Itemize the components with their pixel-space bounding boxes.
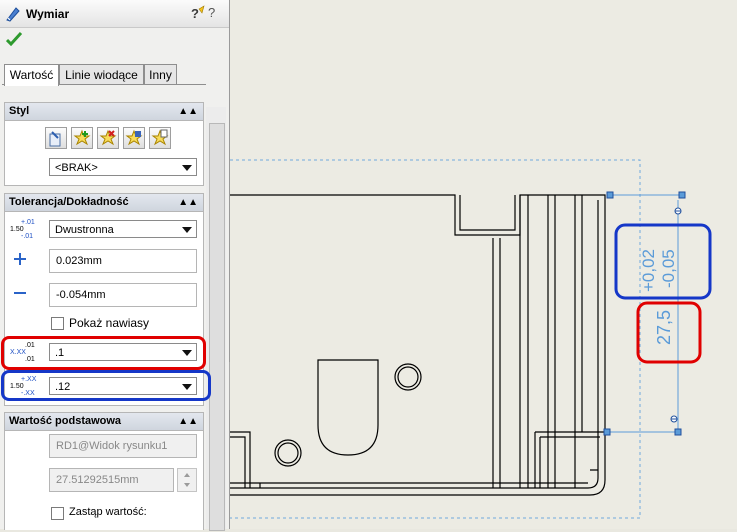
tolerance-type-select[interactable]: Dwustronna <box>49 220 197 238</box>
style-group-title: Styl <box>9 105 30 117</box>
part-geometry <box>230 194 606 496</box>
delete-style-button[interactable] <box>97 127 119 149</box>
lower-tolerance-input[interactable]: -0.054mm <box>49 283 197 307</box>
panel-scrollbar[interactable] <box>206 107 226 531</box>
dropdown-arrow-icon <box>182 227 192 233</box>
load-style-button[interactable] <box>149 127 171 149</box>
show-parentheses-label: Pokaż nawiasy <box>69 316 150 330</box>
tolerance-group-title: Tolerancja/Dokładność <box>9 196 129 208</box>
plus-icon <box>13 252 27 269</box>
tolerance-type-icon: +.01 1.50 -.01 <box>9 218 39 243</box>
save-style-button[interactable] <box>123 127 145 149</box>
tab-value[interactable]: Wartość <box>4 64 59 86</box>
collapse-chevron-icon[interactable]: ▲▲ <box>178 413 198 430</box>
override-value-label: Zastąp wartość: <box>69 506 147 518</box>
style-select-value: <BRAK> <box>55 162 98 174</box>
question-icon[interactable]: ? <box>208 5 215 20</box>
apply-default-style-button[interactable] <box>45 127 67 149</box>
dropdown-arrow-icon <box>182 165 192 171</box>
collapse-chevron-icon[interactable]: ▲▲ <box>178 194 198 211</box>
tab-leaders[interactable]: Linie wiodące <box>59 64 144 85</box>
tolerance-lower-text[interactable]: -0,05 <box>659 249 678 288</box>
drawing-view[interactable]: 27,5 +0,02 -0,05 <box>230 0 737 529</box>
dimension-value-text[interactable]: 27,5 <box>654 310 674 345</box>
panel-title: Wymiar <box>26 7 70 21</box>
view-boundary-dashed <box>230 159 641 519</box>
collapse-chevron-icon[interactable]: ▲▲ <box>178 103 198 120</box>
tolerance-type-icon-bot: -.01 <box>21 233 33 240</box>
primary-value-group-header[interactable]: Wartość podstawowa ▲▲ <box>5 413 203 431</box>
tolerance-type-value: Dwustronna <box>55 224 114 236</box>
property-manager: Wymiar ? ? Wartość Linie wiodące Inny St… <box>0 0 230 531</box>
help-icon[interactable]: ? <box>190 5 206 24</box>
blue-highlight-tolerance-precision <box>1 370 211 401</box>
tolerance-type-icon-top: +.01 <box>21 219 35 226</box>
style-group: Styl ▲▲ <BRAK> <box>4 102 204 186</box>
add-style-button[interactable] <box>71 127 93 149</box>
minus-icon <box>13 286 27 303</box>
tolerance-upper-text[interactable]: +0,02 <box>639 249 658 292</box>
show-parentheses-checkbox[interactable] <box>51 317 64 330</box>
red-highlight-precision <box>1 336 206 370</box>
dimension-icon <box>5 6 21 25</box>
primary-value-field: 27.51292515mm <box>49 468 174 492</box>
drawing-canvas[interactable]: 27,5 +0,02 -0,05 <box>230 0 737 529</box>
reference-name-field: RD1@Widok rysunku1 <box>49 434 197 458</box>
panel-titlebar: Wymiar ? ? <box>0 0 229 28</box>
upper-tolerance-input[interactable]: 0.023mm <box>49 249 197 273</box>
style-group-header[interactable]: Styl ▲▲ <box>5 103 203 121</box>
tolerance-type-icon-mid: 1.50 <box>10 226 24 233</box>
primary-value-group: Wartość podstawowa ▲▲ RD1@Widok rysunku1… <box>4 412 204 530</box>
override-value-checkbox[interactable] <box>51 507 64 520</box>
tolerance-group-header[interactable]: Tolerancja/Dokładność ▲▲ <box>5 194 203 212</box>
tab-other[interactable]: Inny <box>144 64 177 85</box>
primary-value-group-title: Wartość podstawowa <box>9 415 122 427</box>
ok-checkmark-icon[interactable] <box>5 31 23 49</box>
svg-text:?: ? <box>191 6 199 21</box>
style-select[interactable]: <BRAK> <box>49 158 197 176</box>
value-spin-button[interactable] <box>177 468 197 492</box>
scrollbar-thumb[interactable] <box>209 123 225 531</box>
